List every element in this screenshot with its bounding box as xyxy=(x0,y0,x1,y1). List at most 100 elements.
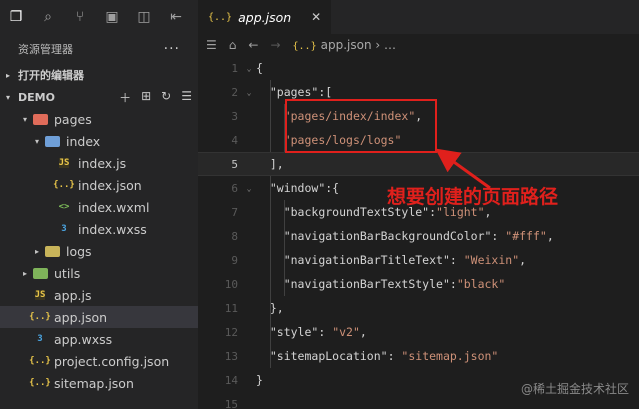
tree-item-label: app.js xyxy=(54,287,92,303)
tree-item[interactable]: 3 app.wxss xyxy=(0,328,198,350)
code-line[interactable]: 8 "navigationBarBackgroundColor": "#fff"… xyxy=(198,224,639,248)
tree-item-label: utils xyxy=(54,265,81,281)
chevron-down-icon: ▾ xyxy=(34,136,39,146)
tree-item[interactable]: {..} sitemap.json xyxy=(0,372,198,394)
json-file-icon: {..} xyxy=(292,41,317,52)
close-icon[interactable]: ✕ xyxy=(311,10,321,24)
js-file-icon: JS xyxy=(58,158,70,168)
tree-item[interactable]: {..} index.json xyxy=(0,174,198,196)
tree-item[interactable]: {..} project.config.json xyxy=(0,350,198,372)
code-line[interactable]: 9 "navigationBarTitleText": "Weixin", xyxy=(198,248,639,272)
more-actions-icon[interactable]: ··· xyxy=(164,41,180,57)
code-text: "style": "v2", xyxy=(269,325,367,339)
code-text: { xyxy=(256,61,263,75)
search-icon[interactable]: ⌕ xyxy=(36,0,60,34)
folder-icon xyxy=(44,244,60,258)
json-file-icon: {..} xyxy=(29,356,51,366)
line-number: 11 xyxy=(224,301,238,315)
line-number: 7 xyxy=(231,205,238,219)
code-line[interactable]: 13 "sitemapLocation": "sitemap.json" xyxy=(198,344,639,368)
line-number: 1 xyxy=(231,61,238,75)
forward-arrow-icon[interactable]: → xyxy=(270,38,280,52)
tree-item-label: project.config.json xyxy=(54,353,170,369)
line-number: 3 xyxy=(231,109,238,123)
chevron-down-icon: ▾ xyxy=(6,92,11,102)
folder-icon xyxy=(32,266,48,280)
tree-item[interactable]: ▾ index xyxy=(0,130,198,152)
tree-item[interactable]: ▸ utils xyxy=(0,262,198,284)
json-file-icon: {..} xyxy=(29,312,51,322)
tree-item-label: app.json xyxy=(54,309,108,325)
line-number: 14 xyxy=(224,373,238,387)
fold-chevron-icon[interactable]: ⌄ xyxy=(242,64,256,73)
open-editors-section[interactable]: ▸ 打开的编辑器 xyxy=(0,64,198,86)
project-tools: ＋ ⊞ ↻ ☰ xyxy=(119,89,192,106)
extensions-icon[interactable]: ▣ xyxy=(100,0,124,34)
folder-icon xyxy=(44,134,60,148)
highlight-box xyxy=(285,99,437,153)
code-text: "navigationBarTitleText": "Weixin", xyxy=(283,253,527,267)
fold-chevron-icon[interactable]: ⌄ xyxy=(242,88,256,97)
code-line[interactable]: 12 "style": "v2", xyxy=(198,320,639,344)
breadcrumb-file[interactable]: {..} app.json › … xyxy=(293,38,396,52)
tree-item[interactable]: <> index.wxml xyxy=(0,196,198,218)
tree-item-label: index xyxy=(66,133,101,149)
tree-item[interactable]: 3 index.wxss xyxy=(0,218,198,240)
tab-label: app.json xyxy=(238,9,292,25)
fold-chevron-icon[interactable]: ⌄ xyxy=(242,184,256,193)
bookmark-icon[interactable]: ⌂ xyxy=(229,38,237,52)
tree-item-label: index.wxml xyxy=(78,199,150,215)
list-icon[interactable]: ☰ xyxy=(206,38,217,52)
js-file-icon: JS xyxy=(34,290,46,300)
chevron-right-icon: ▸ xyxy=(6,70,11,80)
code-line[interactable]: 1 ⌄{ xyxy=(198,56,639,80)
line-number: 4 xyxy=(231,133,238,147)
project-section[interactable]: ▾ DEMO ＋ ⊞ ↻ ☰ xyxy=(0,86,198,108)
watermark: @稀土掘金技术社区 xyxy=(520,382,629,396)
remote-icon[interactable]: ◫ xyxy=(132,0,156,34)
chevron-down-icon: ▾ xyxy=(22,114,27,124)
breadcrumb-more: … xyxy=(384,38,396,52)
collapse-panel-icon[interactable]: ⇤ xyxy=(164,0,188,34)
folder-icon xyxy=(32,112,48,126)
line-number: 8 xyxy=(231,229,238,243)
code-line[interactable]: 11 }, xyxy=(198,296,639,320)
tree-item-label: pages xyxy=(54,111,92,127)
tree-item[interactable]: ▸ logs xyxy=(0,240,198,262)
json-file-icon: {..} xyxy=(53,180,75,190)
new-folder-icon[interactable]: ⊞ xyxy=(141,89,151,106)
line-number: 5 xyxy=(231,157,238,171)
line-number: 12 xyxy=(224,325,238,339)
file-tree: ▾ pages ▾ index JS index.js {..} index.json <> in… xyxy=(0,108,198,394)
line-number: 15 xyxy=(224,397,238,409)
explorer-title: 资源管理器 xyxy=(18,43,73,56)
tree-item[interactable]: JS app.js xyxy=(0,284,198,306)
code-line[interactable]: 10 "navigationBarTextStyle":"black" xyxy=(198,272,639,296)
tree-item-label: sitemap.json xyxy=(54,375,134,391)
tab-app-json[interactable]: {..} app.json ✕ xyxy=(198,0,333,34)
files-icon[interactable]: ❐ xyxy=(4,0,28,34)
activity-bar: ❐ ⌕ ⑂ ▣ ◫ ⇤ xyxy=(0,0,198,34)
collapse-all-icon[interactable]: ☰ xyxy=(181,89,192,106)
tree-item-label: index.wxss xyxy=(78,221,147,237)
chevron-right-icon: ▸ xyxy=(22,268,27,278)
source-control-icon[interactable]: ⑂ xyxy=(68,0,92,34)
tree-item[interactable]: JS index.js xyxy=(0,152,198,174)
back-arrow-icon[interactable]: ← xyxy=(248,38,258,52)
code-text: }, xyxy=(256,301,284,315)
wxss-file-icon: 3 xyxy=(61,224,67,234)
project-label: DEMO xyxy=(18,90,55,104)
explorer-header: 资源管理器 ··· xyxy=(0,34,198,64)
tab-bar: {..} app.json ✕ xyxy=(198,0,639,34)
json-file-icon: {..} xyxy=(29,378,51,388)
tree-item-label: logs xyxy=(66,243,92,259)
code-line[interactable]: 5 ], xyxy=(198,152,639,176)
refresh-icon[interactable]: ↻ xyxy=(161,89,171,106)
line-number: 13 xyxy=(224,349,238,363)
tree-item[interactable]: {..} app.json xyxy=(0,306,198,328)
tree-item[interactable]: ▾ pages xyxy=(0,108,198,130)
new-file-icon[interactable]: ＋ xyxy=(119,89,131,106)
line-number: 9 xyxy=(231,253,238,267)
code-text: } xyxy=(256,373,263,387)
wxss-file-icon: 3 xyxy=(37,334,43,344)
